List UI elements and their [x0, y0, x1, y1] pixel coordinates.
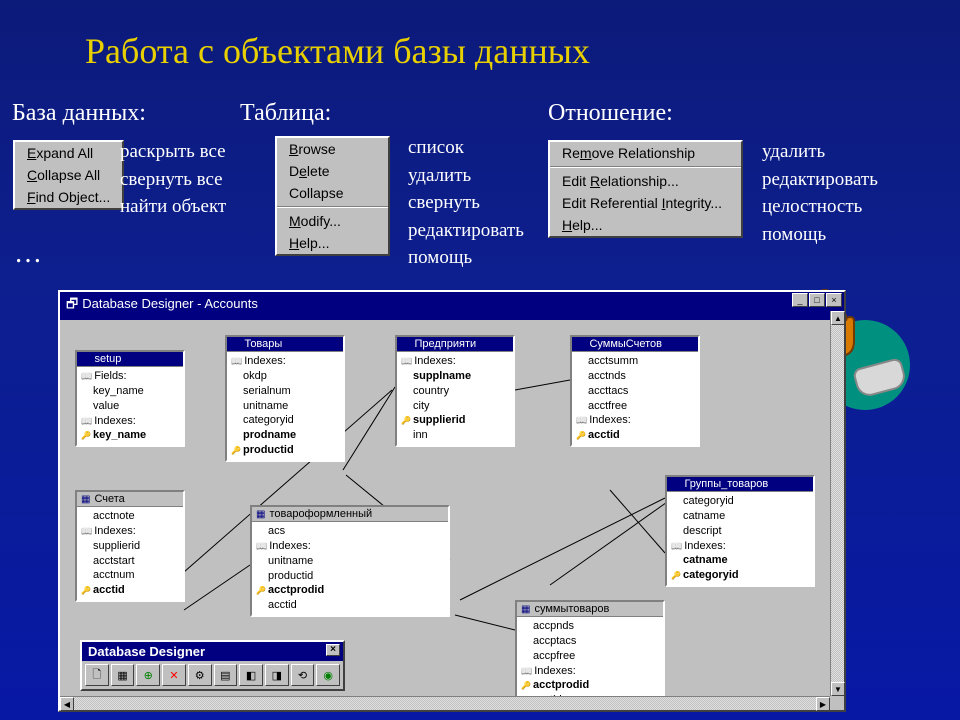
collapse-all-item[interactable]: Collapse All: [15, 164, 122, 186]
designer-toolbar[interactable]: Database Designer× 🗋 ▦ ⊕ ✕ ⚙ ▤ ◧ ◨ ⟲ ◉: [80, 640, 345, 691]
tool-5[interactable]: ⚙: [188, 664, 212, 686]
horizontal-scrollbar[interactable]: ◀▶: [60, 696, 830, 710]
ru-rel-labels: удалитьредактироватьцелостностьпомощь: [762, 138, 878, 248]
ru-db-labels: раскрыть всесвернуть всенайти объект: [120, 138, 226, 221]
designer-titlebar[interactable]: 🗗Database Designer - Accounts _ □ ×: [60, 292, 844, 320]
table-scheta[interactable]: Счета acctnote Indexes: supplierid accts…: [75, 490, 185, 602]
tool-7[interactable]: ◧: [239, 664, 263, 686]
ru-table-labels: списокудалитьсвернутьредактироватьпомощь: [408, 134, 524, 272]
database-designer-window: 🗗Database Designer - Accounts _ □ × setu…: [58, 290, 846, 712]
expand-all-item[interactable]: Expand All: [15, 142, 122, 164]
delete-item[interactable]: Delete: [277, 160, 388, 182]
tool-4[interactable]: ✕: [162, 664, 186, 686]
section-db: База данных:: [12, 100, 146, 127]
table-tovaroformlennyj[interactable]: товароформленный acs Indexes: unitname p…: [250, 505, 450, 617]
modify-item[interactable]: Modify...: [277, 210, 388, 232]
toolbar-close-button[interactable]: ×: [326, 644, 340, 656]
help-item[interactable]: Help...: [277, 232, 388, 254]
find-object-item[interactable]: Find Object...: [15, 186, 122, 208]
table-summytovarov[interactable]: суммытоваров accpnds accptacs accpfree I…: [515, 600, 665, 704]
collapse-item[interactable]: Collapse: [277, 182, 388, 204]
table-tovary[interactable]: Товары Indexes: okdp serialnum unitname …: [225, 335, 345, 462]
maximize-button[interactable]: □: [809, 293, 825, 307]
menu-table: Browse Delete Collapse Modify... Help...: [275, 136, 390, 256]
ellipsis: …: [14, 238, 42, 270]
tool-1[interactable]: 🗋: [85, 664, 109, 686]
section-rel: Отношение:: [548, 100, 673, 127]
edit-rel-item[interactable]: Edit Relationship...: [550, 170, 741, 192]
tool-6[interactable]: ▤: [214, 664, 238, 686]
page-title: Работа с объектами базы данных: [85, 30, 590, 72]
section-table: Таблица:: [240, 100, 331, 127]
table-gruppy-tovarov[interactable]: Группы_товаров categoryid catname descri…: [665, 475, 815, 587]
table-predpriyati[interactable]: Предприяти Indexes: supplname country ci…: [395, 335, 515, 447]
tool-10[interactable]: ◉: [316, 664, 340, 686]
tool-8[interactable]: ◨: [265, 664, 289, 686]
menu-relationship: Remove Relationship Edit Relationship...…: [548, 140, 743, 238]
vertical-scrollbar[interactable]: ▲▼: [830, 311, 844, 696]
tool-3[interactable]: ⊕: [136, 664, 160, 686]
browse-item[interactable]: Browse: [277, 138, 388, 160]
table-setup[interactable]: setup Fields: key_name value Indexes: ke…: [75, 350, 185, 447]
tool-9[interactable]: ⟲: [291, 664, 315, 686]
tool-2[interactable]: ▦: [111, 664, 135, 686]
remove-rel-item[interactable]: Remove Relationship: [550, 142, 741, 164]
table-summyschetov[interactable]: СуммыСчетов acctsumm acctnds accttacs ac…: [570, 335, 700, 447]
close-button[interactable]: ×: [826, 293, 842, 307]
help-rel-item[interactable]: Help...: [550, 214, 741, 236]
minimize-button[interactable]: _: [792, 293, 808, 307]
menu-database: Expand All Collapse All Find Object...: [13, 140, 124, 210]
edit-integrity-item[interactable]: Edit Referential Integrity...: [550, 192, 741, 214]
